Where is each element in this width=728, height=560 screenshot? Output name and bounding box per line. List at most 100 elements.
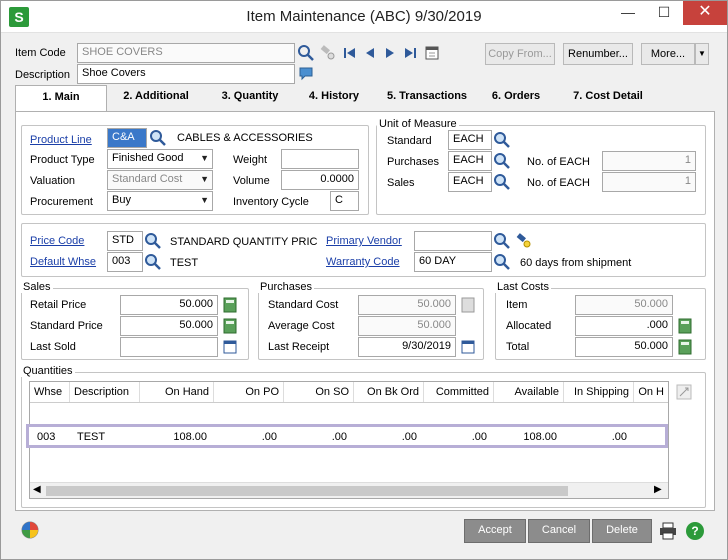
last-record-icon[interactable] (401, 44, 419, 62)
col-committed[interactable]: Committed (424, 382, 494, 402)
volume-input[interactable]: 0.0000 (281, 170, 359, 190)
product-line-input[interactable]: C&A (107, 128, 147, 148)
help-icon[interactable]: ? (685, 521, 705, 541)
search-icon[interactable] (297, 44, 315, 62)
standard-cost-calculator-icon[interactable] (459, 296, 477, 314)
scroll-right-icon[interactable]: ▶ (654, 484, 662, 495)
vendor-flashlight-icon[interactable] (514, 232, 532, 250)
first-record-icon[interactable] (341, 44, 359, 62)
product-line-lookup-icon[interactable] (149, 129, 167, 147)
warranty-code-lookup-icon[interactable] (493, 253, 511, 271)
last-receipt-calendar-icon[interactable] (459, 338, 477, 356)
last-sold-calendar-icon[interactable] (221, 338, 239, 356)
col-available[interactable]: Available (494, 382, 564, 402)
uom-purchases-input[interactable]: EACH (448, 151, 492, 171)
last-costs-item-input[interactable]: 50.000 (575, 295, 673, 315)
price-code-input[interactable]: STD (107, 231, 143, 251)
uom-sales-input[interactable]: EACH (448, 172, 492, 192)
uom-standard-lookup-icon[interactable] (493, 131, 511, 149)
calendar-icon[interactable] (423, 44, 441, 62)
more-button[interactable]: More... (641, 43, 695, 65)
row-on-hand: 108.00 (173, 431, 207, 443)
valuation-select[interactable]: Standard Cost (107, 170, 213, 190)
allocated-input[interactable]: .000 (575, 316, 673, 336)
tab-orders[interactable]: 6. Orders (481, 85, 551, 109)
cancel-button[interactable]: Cancel (528, 519, 590, 543)
default-whse-link[interactable]: Default Whse (30, 256, 96, 268)
inventory-cycle-input[interactable]: C (330, 191, 359, 211)
last-receipt-input[interactable]: 9/30/2019 (358, 337, 456, 357)
allocated-calculator-icon[interactable] (676, 317, 694, 335)
renumber-button[interactable]: Renumber... (563, 43, 633, 65)
primary-vendor-link[interactable]: Primary Vendor (326, 235, 402, 247)
minimize-button[interactable]: — (613, 1, 643, 25)
default-whse-lookup-icon[interactable] (144, 253, 162, 271)
memo-icon[interactable] (297, 65, 315, 83)
row-in-shipping: .00 (611, 431, 627, 443)
standard-calculator-icon[interactable] (221, 317, 239, 335)
default-whse-input[interactable]: 003 (107, 252, 143, 272)
uom-purchases-lookup-icon[interactable] (493, 152, 511, 170)
total-calculator-icon[interactable] (676, 338, 694, 356)
warranty-code-input[interactable]: 60 DAY (414, 252, 492, 272)
sales-qty-input[interactable]: 1 (602, 172, 696, 192)
col-description[interactable]: Description (70, 382, 140, 402)
average-cost-input[interactable]: 50.000 (358, 316, 456, 336)
product-type-select[interactable]: Finished Good (107, 149, 213, 169)
col-on-bk-ord[interactable]: On Bk Ord (354, 382, 424, 402)
table-row[interactable]: 003 TEST 108.00 .00 .00 .00 .00 108.00 .… (26, 424, 668, 448)
uom-standard-input[interactable]: EACH (448, 130, 492, 150)
retail-price-input[interactable]: 50.000 (120, 295, 218, 315)
more-dropdown-arrow[interactable]: ▼ (695, 43, 709, 65)
col-on-so[interactable]: On SO (284, 382, 354, 402)
col-on-hand[interactable]: On Hand (140, 382, 214, 402)
standard-cost-input[interactable]: 50.000 (358, 295, 456, 315)
quantities-grid[interactable]: Whse Description On Hand On PO On SO On … (26, 381, 669, 499)
delete-button[interactable]: Delete (592, 519, 652, 543)
total-input[interactable]: 50.000 (575, 337, 673, 357)
uom-sales-lookup-icon[interactable] (493, 173, 511, 191)
primary-vendor-input[interactable] (414, 231, 492, 251)
tab-history[interactable]: 4. History (299, 85, 369, 109)
grid-settings-icon[interactable] (675, 383, 693, 401)
weight-input[interactable] (281, 149, 359, 169)
close-button[interactable]: ✕ (683, 1, 727, 25)
description-input[interactable]: Shoe Covers (77, 64, 295, 84)
print-icon[interactable] (658, 521, 678, 541)
product-line-link[interactable]: Product Line (30, 134, 92, 146)
accept-button[interactable]: Accept (464, 519, 526, 543)
purchases-qty-input[interactable]: 1 (602, 151, 696, 171)
retail-calculator-icon[interactable] (221, 296, 239, 314)
last-costs-title: Last Costs (495, 281, 551, 293)
product-line-description: CABLES & ACCESSORIES (177, 132, 313, 144)
flashlight-icon[interactable] (318, 44, 336, 62)
previous-record-icon[interactable] (361, 44, 379, 62)
standard-price-input[interactable]: 50.000 (120, 316, 218, 336)
standard-price-label: Standard Price (30, 320, 103, 332)
tab-additional[interactable]: 2. Additional (111, 85, 201, 109)
col-in-shipping[interactable]: In Shipping (564, 382, 634, 402)
price-code-link[interactable]: Price Code (30, 235, 84, 247)
copy-from-button[interactable]: Copy From... (485, 43, 555, 65)
maximize-button[interactable]: ☐ (649, 1, 679, 25)
item-code-input[interactable]: SHOE COVERS (77, 43, 295, 63)
col-whse[interactable]: Whse (30, 382, 70, 402)
quantities-title: Quantities (21, 365, 75, 377)
scroll-left-icon[interactable]: ◀ (33, 484, 41, 495)
last-sold-input[interactable] (120, 337, 218, 357)
procurement-select[interactable]: Buy (107, 191, 213, 211)
horizontal-scrollbar[interactable]: ◀ ▶ (30, 482, 668, 498)
uom-sales-label: Sales (387, 177, 415, 189)
tab-cost-detail[interactable]: 7. Cost Detail (563, 85, 653, 109)
col-on-h[interactable]: On H (634, 382, 668, 402)
scroll-thumb[interactable] (46, 486, 568, 496)
tab-transactions[interactable]: 5. Transactions (377, 85, 477, 109)
windows-globe-icon[interactable] (21, 521, 39, 539)
tab-quantity[interactable]: 3. Quantity (205, 85, 295, 109)
price-code-lookup-icon[interactable] (144, 232, 162, 250)
next-record-icon[interactable] (381, 44, 399, 62)
primary-vendor-lookup-icon[interactable] (493, 232, 511, 250)
warranty-code-link[interactable]: Warranty Code (326, 256, 400, 268)
col-on-po[interactable]: On PO (214, 382, 284, 402)
tab-main[interactable]: 1. Main (15, 85, 107, 112)
